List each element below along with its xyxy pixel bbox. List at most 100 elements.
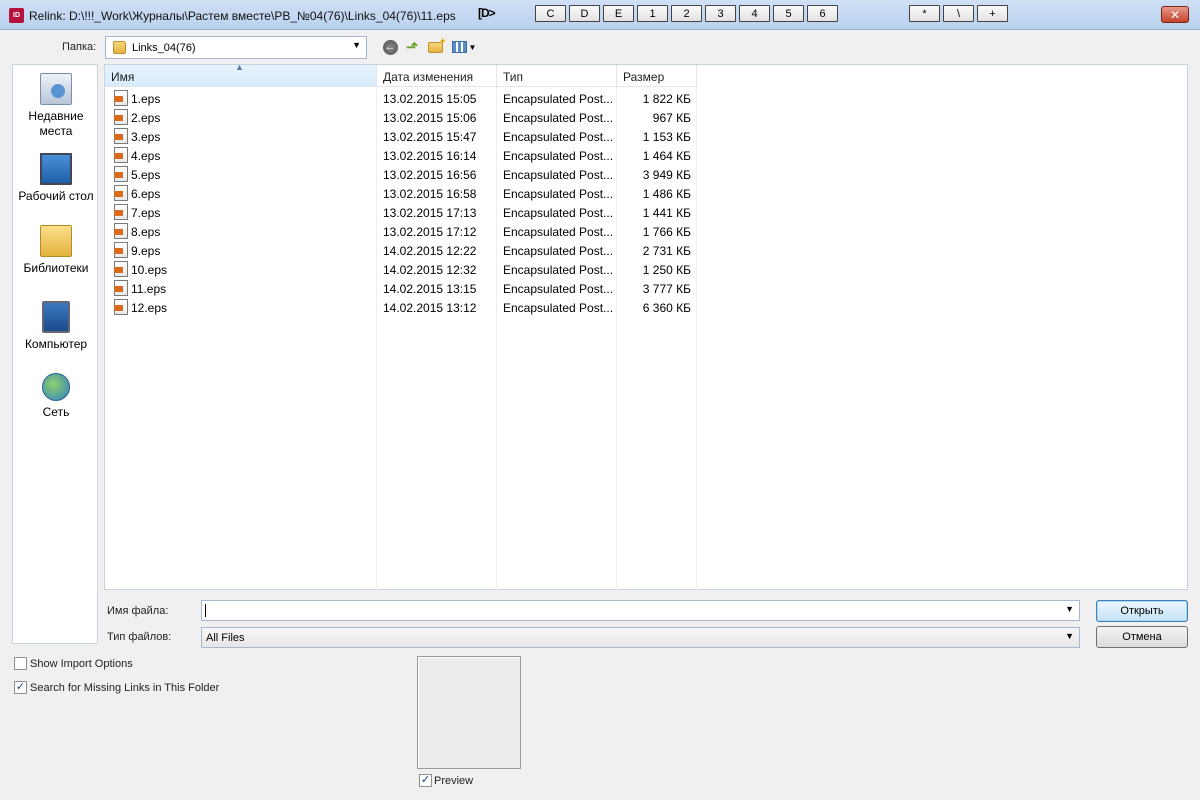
file-type: Encapsulated Post... xyxy=(503,263,614,277)
place-desktop[interactable]: Рабочий стол xyxy=(13,147,99,204)
filename-label: Имя файла: xyxy=(107,605,169,617)
up-arrow-icon: ⬏ xyxy=(405,39,419,56)
table-row[interactable]: 1.eps 13.02.2015 15:05 Encapsulated Post..… xyxy=(105,89,699,108)
place-recent[interactable]: Недавние места xyxy=(13,73,99,139)
file-name: 8.eps xyxy=(131,225,161,239)
chevron-down-icon: ▼ xyxy=(352,40,361,50)
file-size: 1 766 КБ xyxy=(642,225,691,239)
new-folder-button[interactable] xyxy=(426,36,446,56)
file-name: 6.eps xyxy=(131,187,161,201)
file-type: Encapsulated Post... xyxy=(503,111,614,125)
file-name: 2.eps xyxy=(131,111,161,125)
file-name: 11.eps xyxy=(131,282,167,296)
file-name: 9.eps xyxy=(131,244,161,258)
folder-dropdown[interactable]: Links_04(76) ▼ xyxy=(105,36,367,59)
file-type: Encapsulated Post... xyxy=(503,149,614,163)
file-size: 1 486 КБ xyxy=(642,187,691,201)
shortcut-button-4[interactable]: 4 xyxy=(739,5,770,22)
sort-ascending-icon: ▲ xyxy=(235,62,244,72)
drive-button-c[interactable]: C xyxy=(535,5,566,22)
shortcut-button-5[interactable]: 5 xyxy=(773,5,804,22)
show-import-options-checkbox[interactable] xyxy=(14,657,27,670)
place-label: Недавние места xyxy=(28,109,84,138)
eps-file-icon xyxy=(114,90,128,106)
file-date: 13.02.2015 16:14 xyxy=(383,149,477,163)
plus-button[interactable]: + xyxy=(977,5,1008,22)
file-type: Encapsulated Post... xyxy=(503,187,614,201)
chevron-down-icon: ▼ xyxy=(1065,631,1074,641)
table-row[interactable]: 8.eps 13.02.2015 17:12 Encapsulated Post..… xyxy=(105,222,699,241)
drive-button-e[interactable]: E xyxy=(603,5,634,22)
filetype-select[interactable]: All Files ▼ xyxy=(201,627,1080,648)
place-label: Сеть xyxy=(42,405,70,419)
file-size: 3 777 КБ xyxy=(642,282,691,296)
table-row[interactable]: 9.eps 14.02.2015 12:22 Encapsulated Post..… xyxy=(105,241,699,260)
table-row[interactable]: 2.eps 13.02.2015 15:06 Encapsulated Post..… xyxy=(105,108,699,127)
place-network[interactable]: Сеть xyxy=(13,369,99,420)
shortcut-button-3[interactable]: 3 xyxy=(705,5,736,22)
file-name: 3.eps xyxy=(131,130,161,144)
file-type: Encapsulated Post... xyxy=(503,282,614,296)
view-grid-icon xyxy=(451,41,467,53)
text-caret xyxy=(205,604,206,617)
search-missing-links-checkbox[interactable]: ✓ xyxy=(14,681,27,694)
title-bar: ID Relink: D:\!!!_Work\Журналы\Растем вм… xyxy=(0,0,1200,30)
file-size: 1 822 КБ xyxy=(642,92,691,106)
place-libraries[interactable]: Библиотеки xyxy=(13,221,99,276)
view-menu-button[interactable]: ▼ xyxy=(451,38,477,56)
open-button[interactable]: Открыть xyxy=(1096,600,1188,622)
table-row[interactable]: 5.eps 13.02.2015 16:56 Encapsulated Post..… xyxy=(105,165,699,184)
file-type: Encapsulated Post... xyxy=(503,225,614,239)
eps-file-icon xyxy=(114,204,128,220)
eps-file-icon xyxy=(114,166,128,182)
eps-file-icon xyxy=(114,242,128,258)
drive-button-d[interactable]: D xyxy=(569,5,600,22)
close-icon: ✕ xyxy=(1169,7,1181,22)
file-date: 13.02.2015 17:13 xyxy=(383,206,477,220)
places-bar: Недавние места Рабочий стол Библиотеки К… xyxy=(12,64,98,644)
eps-file-icon xyxy=(114,109,128,125)
table-row[interactable]: 4.eps 13.02.2015 16:14 Encapsulated Post..… xyxy=(105,146,699,165)
file-name: 12.eps xyxy=(131,301,168,315)
file-date: 13.02.2015 15:05 xyxy=(383,92,477,106)
cancel-button[interactable]: Отмена xyxy=(1096,626,1188,648)
filetype-value: All Files xyxy=(206,632,245,644)
search-missing-links-label: Search for Missing Links in This Folder xyxy=(30,682,220,694)
column-header-type[interactable]: Тип xyxy=(497,65,617,87)
column-header-date[interactable]: Дата изменения xyxy=(377,65,497,87)
folder-icon xyxy=(113,41,126,54)
eps-file-icon xyxy=(114,128,128,144)
eps-file-icon xyxy=(114,185,128,201)
new-folder-icon xyxy=(427,36,446,53)
table-row[interactable]: 11.eps 14.02.2015 13:15 Encapsulated Post.… xyxy=(105,279,699,298)
network-icon xyxy=(42,373,70,401)
eps-file-icon xyxy=(114,280,128,296)
file-list[interactable]: Имя ▲ Дата изменения Тип Размер 1.eps 13.… xyxy=(104,62,1188,590)
shortcut-button-2[interactable]: 2 xyxy=(671,5,702,22)
preview-checkbox[interactable]: ✓ xyxy=(419,774,432,787)
close-button[interactable]: ✕ xyxy=(1161,6,1189,23)
shortcut-button-6[interactable]: 6 xyxy=(807,5,838,22)
star-button[interactable]: * xyxy=(909,5,940,22)
column-header-size[interactable]: Размер xyxy=(617,65,697,87)
filetype-label: Тип файлов: xyxy=(107,631,172,643)
table-row[interactable]: 6.eps 13.02.2015 16:58 Encapsulated Post..… xyxy=(105,184,699,203)
shortcut-button-1[interactable]: 1 xyxy=(637,5,668,22)
file-size: 1 250 КБ xyxy=(642,263,691,277)
up-folder-button[interactable]: ⬏ xyxy=(403,38,421,56)
table-row[interactable]: 7.eps 13.02.2015 17:13 Encapsulated Post..… xyxy=(105,203,699,222)
root-button[interactable]: \ xyxy=(943,5,974,22)
table-row[interactable]: 10.eps 14.02.2015 12:32 Encapsulated Post.… xyxy=(105,260,699,279)
indesign-app-icon: ID xyxy=(9,8,24,23)
column-header-name[interactable]: Имя ▲ xyxy=(105,62,377,87)
filename-input[interactable]: ▼ xyxy=(201,600,1080,621)
window-title: Relink: D:\!!!_Work\Журналы\Растем вмест… xyxy=(29,9,456,23)
file-date: 14.02.2015 13:15 xyxy=(383,282,477,296)
back-button[interactable]: ← xyxy=(381,38,399,56)
place-computer[interactable]: Компьютер xyxy=(13,295,99,352)
show-import-options-label: Show Import Options xyxy=(30,658,133,670)
table-row[interactable]: 12.eps 14.02.2015 13:12 Encapsulated Post.… xyxy=(105,298,699,317)
file-date: 13.02.2015 16:58 xyxy=(383,187,477,201)
file-size: 3 949 КБ xyxy=(642,168,691,182)
table-row[interactable]: 3.eps 13.02.2015 15:47 Encapsulated Post..… xyxy=(105,127,699,146)
